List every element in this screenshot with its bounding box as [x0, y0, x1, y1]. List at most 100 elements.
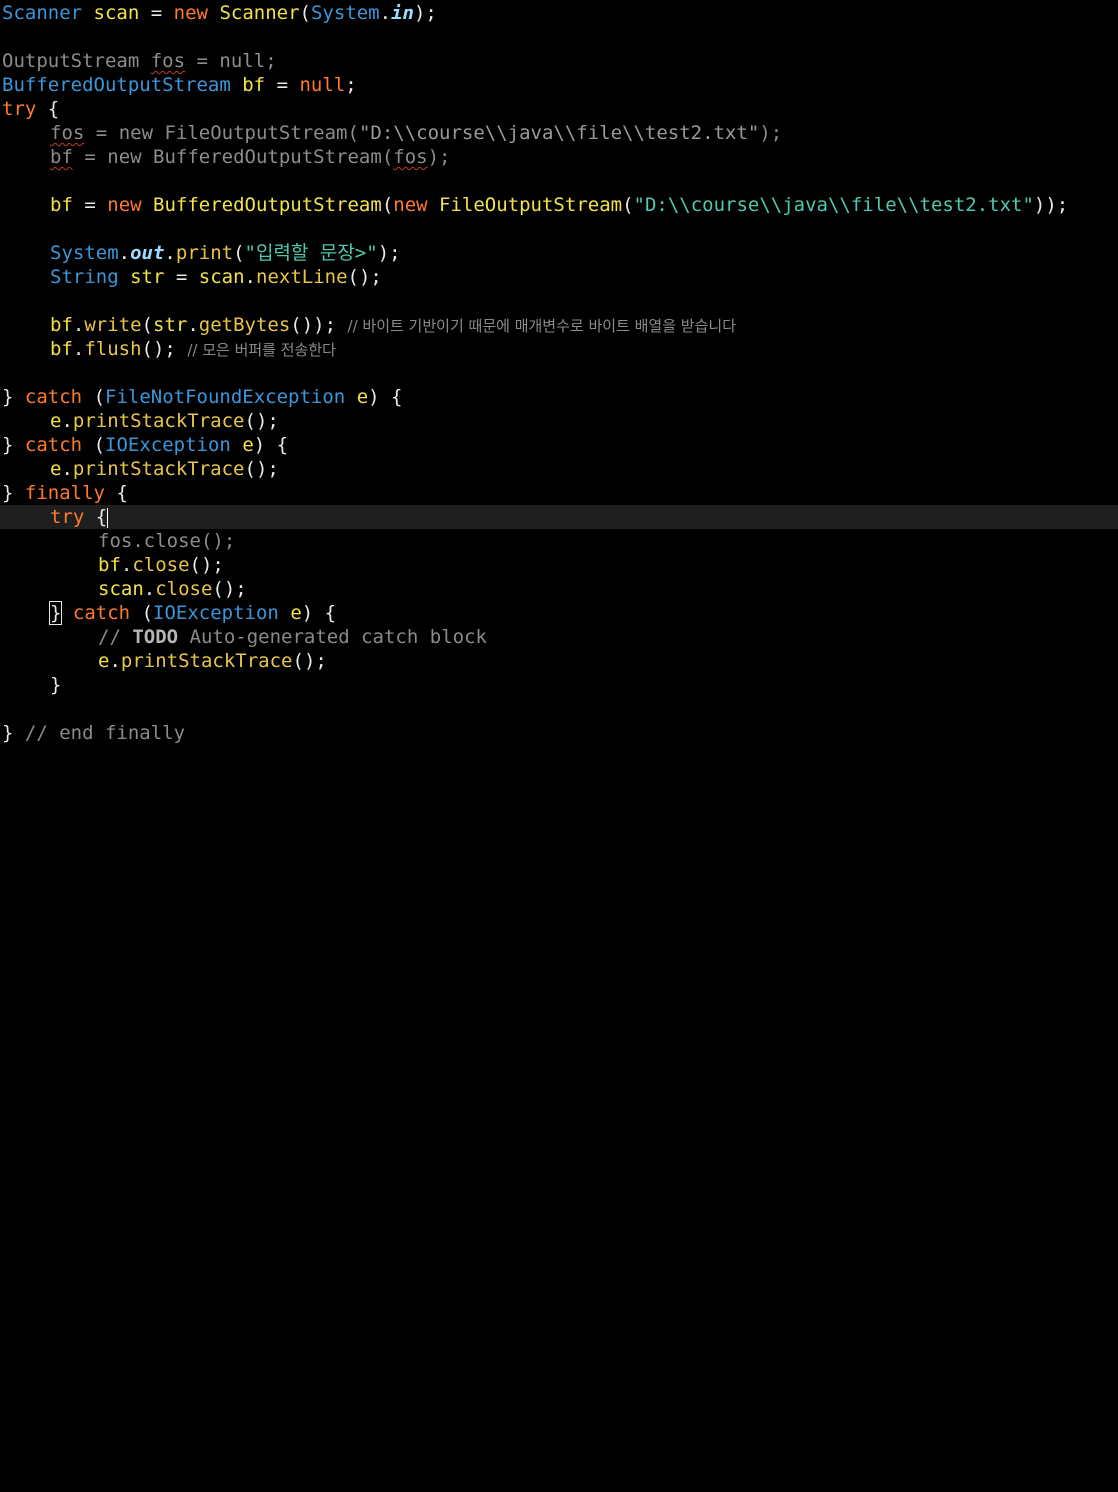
code-editor[interactable]: Scanner scan = new Scanner(System.in); O…	[0, 0, 1118, 746]
method-token: printStackTrace	[72, 410, 245, 432]
variable-token: bf	[242, 74, 266, 96]
punct-token: (	[347, 122, 359, 144]
static-field-token: in	[391, 2, 414, 24]
code-line[interactable]: } catch (FileNotFoundException e) {	[2, 385, 1118, 409]
code-line[interactable]: e.printStackTrace();	[2, 649, 1118, 673]
code-line[interactable]: OutputStream fos = null;	[2, 49, 1118, 73]
keyword-token: new	[173, 2, 208, 24]
code-line[interactable]: scan.close();	[2, 577, 1118, 601]
code-line[interactable]: bf.close();	[2, 553, 1118, 577]
keyword-token: catch	[24, 386, 83, 408]
punct-token: .	[164, 242, 176, 264]
keyword-token: new	[118, 122, 154, 144]
punct-token: (	[93, 434, 106, 456]
punct-token: {	[47, 98, 60, 120]
operator-token: =	[175, 266, 188, 288]
variable-token: e	[356, 386, 369, 408]
keyword-token: try	[2, 98, 37, 120]
code-line[interactable]: fos = new FileOutputStream("D:\\course\\…	[2, 121, 1118, 145]
type-token: IOException	[105, 434, 231, 456]
variable-token: bf	[98, 554, 121, 576]
method-token: close	[155, 578, 213, 600]
variable-token: e	[50, 410, 62, 432]
punct-token: ();	[212, 578, 247, 600]
code-line[interactable]: } // end finally	[2, 721, 1118, 745]
method-token: printStackTrace	[72, 458, 245, 480]
code-line[interactable]: String str = scan.nextLine();	[2, 265, 1118, 289]
code-line[interactable]: } finally {	[2, 481, 1118, 505]
code-line[interactable]: } catch (IOException e) {	[2, 433, 1118, 457]
string-token: "D:\\course\\java\\file\\test2.txt"	[633, 194, 1034, 216]
punct-token: ();	[244, 410, 279, 432]
type-token: BufferedOutputStream	[2, 74, 231, 96]
code-line[interactable]: e.printStackTrace();	[2, 409, 1118, 433]
variable-token: fos	[393, 146, 428, 168]
punct-token: .	[61, 458, 73, 480]
type-token: System	[310, 2, 380, 24]
static-field-token: out	[130, 242, 165, 264]
variable-token: fos	[98, 530, 133, 552]
code-line[interactable]: System.out.print("입력할 문장>");	[2, 241, 1118, 265]
punct-token: .	[143, 578, 156, 600]
punct-token: ) {	[301, 602, 337, 624]
comment-token: // end finally	[24, 722, 186, 744]
variable-token: scan	[93, 2, 140, 24]
type-token: IOException	[153, 602, 279, 624]
variable-token: scan	[98, 578, 144, 600]
code-line[interactable]: Scanner scan = new Scanner(System.in);	[2, 1, 1118, 25]
code-line[interactable]: // TODO Auto-generated catch block	[2, 625, 1118, 649]
code-line[interactable]: }	[2, 673, 1118, 697]
code-line[interactable]: e.printStackTrace();	[2, 457, 1118, 481]
punct-token: ) {	[368, 386, 403, 408]
punct-token: ();	[200, 530, 236, 552]
todo-marker: TODO	[132, 626, 179, 648]
comment-token: // 모은 버퍼를 전송한다	[187, 341, 336, 359]
comment-token: Auto-generated catch block	[178, 626, 487, 648]
punct-token: (	[93, 386, 106, 408]
code-line[interactable]: fos.close();	[2, 529, 1118, 553]
code-line[interactable]: } catch (IOException e) {	[2, 601, 1118, 625]
code-line[interactable]: bf = new BufferedOutputStream(new FileOu…	[2, 193, 1118, 217]
punct-token: ;	[265, 50, 277, 72]
operator-token: =	[84, 194, 96, 216]
punct-token: ();	[292, 650, 327, 672]
variable-token: bf	[50, 146, 73, 168]
punct-token: .	[244, 266, 256, 288]
type-token: Scanner	[2, 2, 83, 24]
punct-token: .	[120, 554, 133, 576]
punct-token: }	[2, 482, 14, 504]
punct-token: );	[427, 146, 451, 168]
punct-token: .	[61, 410, 73, 432]
method-token: close	[132, 554, 190, 576]
text-cursor	[107, 507, 109, 528]
code-line[interactable]: try {	[2, 97, 1118, 121]
keyword-token: finally	[24, 482, 105, 504]
punct-token: }	[2, 722, 14, 744]
method-token: flush	[84, 338, 142, 360]
punct-token: ();	[244, 458, 279, 480]
operator-token: =	[276, 74, 289, 96]
code-line[interactable]: bf.write(str.getBytes()); // 바이트 기반이기 때문…	[2, 313, 1118, 337]
code-line[interactable]: bf = new BufferedOutputStream(fos);	[2, 145, 1118, 169]
constructor-token: BufferedOutputStream	[153, 194, 382, 216]
operator-token: =	[95, 122, 108, 144]
code-line[interactable]: BufferedOutputStream bf = null;	[2, 73, 1118, 97]
current-code-line[interactable]: try {	[0, 505, 1118, 529]
punct-token: (	[299, 2, 311, 24]
punct-token: ) {	[253, 434, 289, 456]
variable-token: bf	[50, 338, 73, 360]
code-line[interactable]: bf.flush(); // 모은 버퍼를 전송한다	[2, 337, 1118, 361]
variable-token: bf	[50, 314, 73, 336]
punct-token: .	[72, 314, 85, 336]
variable-token: e	[50, 458, 62, 480]
method-token: printStackTrace	[120, 650, 293, 672]
type-token: OutputStream	[2, 50, 140, 72]
method-token: print	[175, 242, 234, 264]
keyword-token: try	[50, 506, 85, 528]
keyword-token: null	[219, 50, 266, 72]
operator-token: =	[84, 146, 96, 168]
variable-token: bf	[50, 194, 73, 216]
punct-token: ());	[290, 314, 337, 336]
method-token: getBytes	[198, 314, 291, 336]
variable-token: e	[98, 650, 110, 672]
